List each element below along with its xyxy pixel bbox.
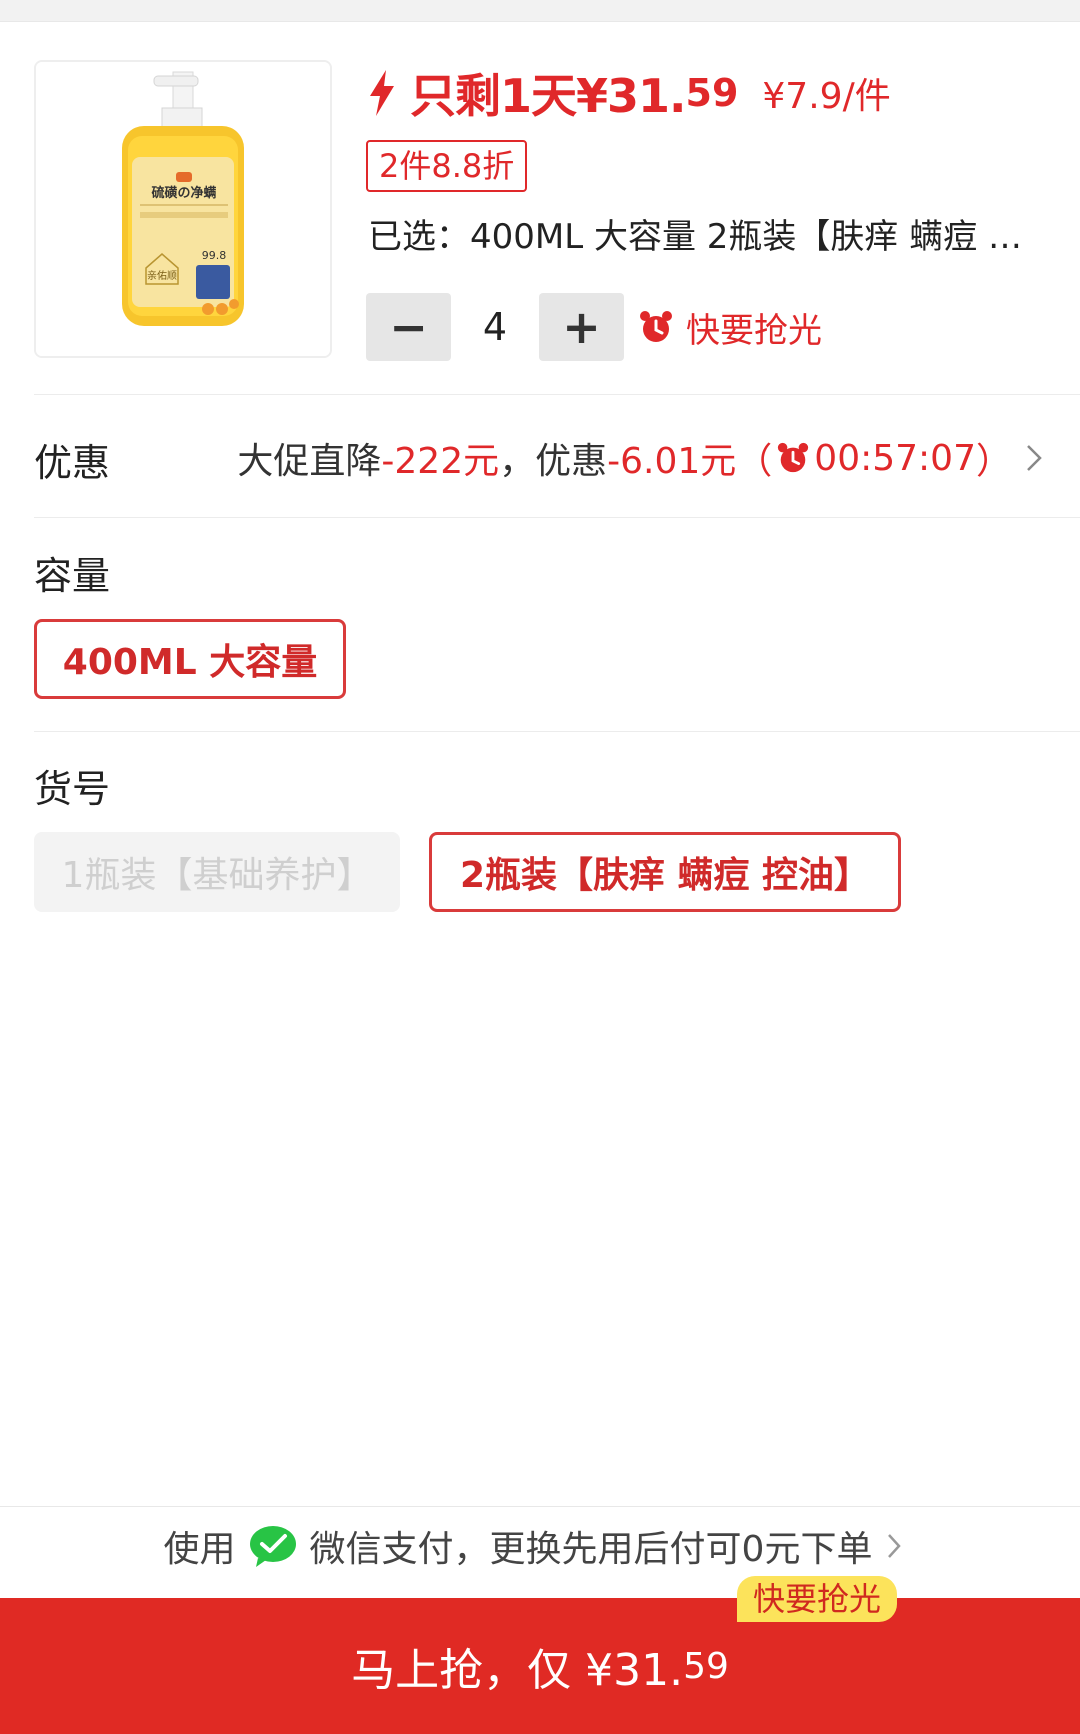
bottle-brand: 亲佑顺 [147, 269, 177, 282]
chevron-right-icon [888, 1534, 902, 1558]
buy-now-button[interactable]: 马上抢，仅 ¥31. 59 [0, 1598, 1080, 1734]
discount-tag: 2件8.8折 [366, 140, 528, 192]
item-no-label: 货号 [34, 767, 111, 811]
item-option-1-bottle[interactable]: 1瓶装【基础养护】 [34, 832, 400, 912]
quantity-plus-button[interactable]: + [539, 293, 624, 361]
promo-paren-open: （ [736, 441, 773, 482]
divider [34, 394, 1080, 395]
promo-text-2: ，优惠 [499, 441, 608, 482]
buy-now-price-fraction: 59 [683, 1645, 729, 1687]
top-strip [0, 0, 1080, 22]
promo-text-1: 大促直降 [237, 441, 382, 482]
flash-price: 只剩1天¥31. 59 ¥7.9/件 [366, 62, 891, 124]
quantity-value[interactable]: 4 [451, 305, 539, 349]
price-main: 只剩1天¥31. [410, 69, 687, 123]
payment-method-row[interactable]: 使用 微信支付，更换先用后付可0元下单 [0, 1520, 1080, 1572]
quantity-minus-button[interactable]: − [366, 293, 451, 361]
divider [34, 517, 1080, 518]
divider [0, 1506, 1080, 1507]
payment-text: 微信支付，更换先用后付可0元下单 [309, 1529, 873, 1570]
buy-now-label: 马上抢，仅 ¥31. [351, 1645, 684, 1696]
alarm-clock-icon [778, 442, 809, 473]
promo-label: 优惠 [34, 441, 111, 485]
chevron-right-icon [1027, 445, 1042, 471]
bolt-icon [370, 70, 394, 116]
wechat-pay-icon [249, 1526, 296, 1567]
promo-amount-2: -6.01元 [607, 441, 737, 482]
bottle-title: 硫磺の净螨 [151, 185, 216, 201]
sku-selector-sheet: 硫磺の净螨 99.8 亲佑顺 只剩1天¥31. 59 ¥7.9/件 2件8.8折 … [0, 0, 1080, 1734]
price-fraction: 59 [685, 71, 739, 115]
selected-spec: 已选：400ML 大容量 2瓶装【肤痒 螨痘 控油】 [368, 217, 1040, 257]
capacity-option-400ml[interactable]: 400ML 大容量 [34, 619, 346, 699]
product-bottle-illustration: 硫磺の净螨 99.8 亲佑顺 [36, 62, 330, 356]
item-option-2-bottles[interactable]: 2瓶装【肤痒 螨痘 控油】 [429, 832, 901, 912]
divider [34, 731, 1080, 732]
promo-paren-close: ） [975, 441, 1012, 482]
promo-amount-1: -222元 [381, 441, 500, 482]
stock-warning-text: 快要抢光 [686, 310, 822, 351]
capacity-label: 容量 [34, 554, 111, 598]
payment-prefix: 使用 [163, 1529, 236, 1570]
unit-price: ¥7.9/件 [762, 76, 891, 117]
bottle-percent: 99.8 [202, 249, 227, 262]
promo-countdown: 00:57:07 [814, 437, 976, 479]
stock-warning: 快要抢光 [638, 303, 822, 352]
product-image[interactable]: 硫磺の净螨 99.8 亲佑顺 [34, 60, 332, 358]
alarm-clock-icon [640, 311, 672, 342]
hurry-badge: 快要抢光 [737, 1576, 898, 1622]
quantity-stepper: − 4 + 快要抢光 [366, 293, 822, 361]
promo-detail-row[interactable]: 大促直降 -222元 ，优惠 -6.01元 （ 00:57:07 ） [237, 432, 1050, 484]
